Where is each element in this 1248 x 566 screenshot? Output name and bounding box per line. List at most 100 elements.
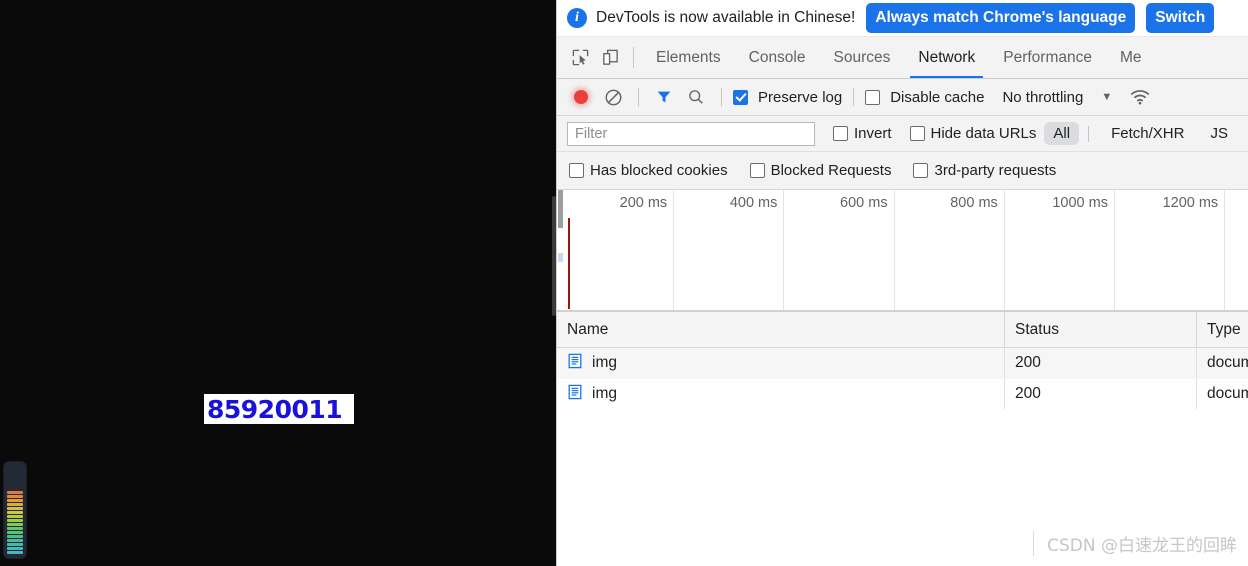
overview-gutter — [557, 190, 564, 311]
overview-tick: 1200 ms — [1115, 190, 1226, 311]
overview-baseline — [557, 310, 1248, 311]
request-status: 200 — [1015, 385, 1041, 402]
preserve-log-label[interactable]: Preserve log — [758, 89, 842, 106]
third-party-requests-label[interactable]: 3rd-party requests — [934, 162, 1056, 179]
requests-table-header: Name Status Type — [557, 312, 1248, 348]
clear-button[interactable] — [599, 83, 627, 111]
type-chip-js[interactable]: JS — [1201, 122, 1237, 145]
level-meter-segment — [7, 523, 23, 526]
column-header-type[interactable]: Type — [1197, 312, 1248, 347]
switch-language-button[interactable]: Switch — [1146, 3, 1215, 33]
invert-checkbox[interactable] — [833, 126, 848, 141]
level-meter-segment — [7, 491, 23, 494]
invert-label[interactable]: Invert — [854, 125, 892, 142]
type-chip-fetch-xhr[interactable]: Fetch/XHR — [1102, 122, 1193, 145]
hide-data-urls-checkbox[interactable] — [909, 126, 925, 141]
tab-performance-label: Performance — [1003, 48, 1092, 66]
overview-tick-container: 200 ms 400 ms 600 ms 800 ms 1000 ms 1200 ms — [564, 190, 1248, 311]
hide-data-urls-group: Hide data URLs — [909, 125, 1037, 142]
preserve-log-checkbox[interactable] — [733, 89, 748, 105]
network-filter-row: Invert Hide data URLs All Fetch/XHR JS — [557, 116, 1248, 152]
level-meter-segment — [7, 511, 23, 514]
has-blocked-cookies-checkbox[interactable] — [569, 163, 584, 178]
overview-tick: 1000 ms — [1005, 190, 1115, 311]
level-meter-segment — [7, 499, 23, 502]
throttling-select[interactable]: No throttling — [1002, 89, 1083, 106]
overview-tick: 800 ms — [895, 190, 1005, 311]
tab-console-label: Console — [748, 48, 806, 66]
level-meter-segment — [7, 503, 23, 506]
search-icon[interactable] — [682, 83, 710, 111]
level-meter-segment — [7, 535, 23, 538]
disable-cache-checkbox[interactable] — [865, 89, 881, 105]
filter-icon[interactable] — [650, 83, 678, 111]
third-party-requests-checkbox[interactable] — [913, 163, 929, 178]
request-type: docum — [1207, 385, 1248, 402]
table-row[interactable]: img 200 docum — [557, 348, 1248, 379]
page-viewport: 85920011 — [0, 0, 556, 566]
captcha-text: 85920011 — [207, 394, 343, 424]
has-blocked-cookies-group: Has blocked cookies — [569, 162, 728, 179]
overview-request-marker — [558, 253, 563, 262]
column-header-name-label: Name — [567, 320, 609, 338]
level-meter-segment — [7, 515, 23, 518]
tab-console[interactable]: Console — [735, 37, 820, 78]
wifi-icon[interactable] — [1126, 83, 1154, 111]
advanced-filter-row: Has blocked cookies Blocked Requests 3rd… — [557, 152, 1248, 190]
always-match-language-button[interactable]: Always match Chrome's language — [866, 3, 1136, 33]
column-header-status-label: Status — [1015, 320, 1059, 338]
request-status: 200 — [1015, 354, 1041, 371]
record-button[interactable] — [567, 83, 595, 111]
request-name: img — [592, 354, 617, 371]
level-meter-segment — [7, 531, 23, 534]
overview-tick-label: 1000 ms — [1052, 195, 1108, 211]
chevron-down-icon[interactable]: ▼ — [1101, 91, 1112, 103]
level-meter-segment — [7, 547, 23, 550]
record-dot-icon — [574, 90, 588, 104]
cell-status: 200 — [1005, 348, 1197, 378]
tab-sources-label: Sources — [833, 48, 891, 66]
control-divider-2 — [721, 88, 722, 106]
csdn-watermark: CSDN @白速龙王的回眸 — [1033, 531, 1237, 556]
captcha-image[interactable]: 85920011 — [204, 394, 354, 424]
request-type: docum — [1207, 354, 1248, 371]
level-meter-segment — [7, 507, 23, 510]
has-blocked-cookies-label[interactable]: Has blocked cookies — [590, 162, 728, 179]
control-divider-3 — [853, 88, 855, 106]
device-toolbar-icon[interactable] — [595, 37, 625, 78]
overview-tick: 600 ms — [784, 190, 895, 311]
column-header-status[interactable]: Status — [1005, 312, 1197, 347]
overview-tick-label: 200 ms — [619, 195, 668, 211]
tab-network[interactable]: Network — [904, 37, 989, 78]
load-event-marker — [568, 218, 570, 309]
tab-memory[interactable]: Me — [1106, 37, 1156, 78]
blocked-requests-checkbox[interactable] — [749, 163, 765, 178]
disable-cache-label[interactable]: Disable cache — [890, 89, 984, 106]
document-icon — [567, 353, 583, 374]
table-row[interactable]: img 200 docum — [557, 379, 1248, 410]
blocked-requests-label[interactable]: Blocked Requests — [771, 162, 892, 179]
overview-scroll-thumb[interactable] — [558, 190, 563, 228]
overview-tick-label: 600 ms — [840, 195, 888, 211]
overview-tick: 400 ms — [674, 190, 785, 311]
inspect-element-icon[interactable] — [565, 37, 595, 78]
cell-name: img — [557, 379, 1005, 409]
info-icon: i — [567, 8, 587, 28]
filter-input[interactable] — [567, 121, 815, 146]
toolbar-divider — [633, 47, 634, 68]
hide-data-urls-label[interactable]: Hide data URLs — [931, 125, 1037, 142]
column-header-name[interactable]: Name — [557, 312, 1005, 347]
network-overview-timeline[interactable]: 200 ms 400 ms 600 ms 800 ms 1000 ms 1200 ms — [557, 190, 1248, 312]
language-notification-bar: i DevTools is now available in Chinese! … — [557, 0, 1248, 37]
tab-memory-label: Me — [1119, 48, 1142, 66]
invert-filter-group: Invert — [833, 125, 892, 142]
tab-sources[interactable]: Sources — [820, 37, 905, 78]
tab-performance[interactable]: Performance — [989, 37, 1106, 78]
blocked-requests-group: Blocked Requests — [749, 162, 892, 179]
level-meter-segment — [7, 551, 23, 554]
level-meter-segment — [7, 527, 23, 530]
tab-elements[interactable]: Elements — [642, 37, 735, 78]
type-chip-all[interactable]: All — [1044, 122, 1080, 145]
overview-tick: 200 ms — [564, 190, 675, 311]
devtools-panel: i DevTools is now available in Chinese! … — [556, 0, 1248, 566]
